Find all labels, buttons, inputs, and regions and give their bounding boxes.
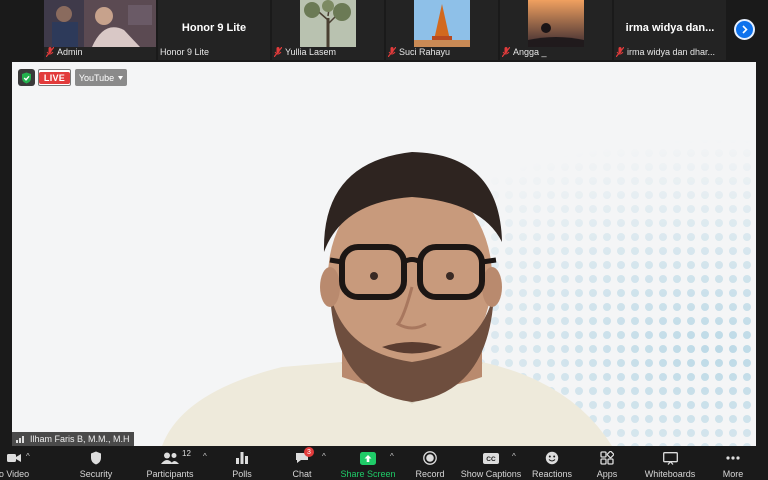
mic-muted-icon (616, 46, 624, 57)
reactions-button[interactable]: Reactions (530, 446, 574, 480)
participants-options-caret-icon[interactable]: ^ (203, 452, 207, 461)
participants-label: Participants (146, 469, 194, 479)
participant-name: irma widya dan dhar... (627, 46, 716, 57)
video-label: o Video (0, 469, 30, 479)
mic-muted-icon (274, 46, 282, 57)
participant-label: Honor 9 Lite (160, 45, 268, 58)
mic-muted-icon (388, 46, 396, 57)
live-stream-badge[interactable]: LIVE (38, 69, 71, 86)
live-label: LIVE (38, 71, 71, 84)
stream-target-dropdown[interactable]: YouTube (75, 69, 127, 86)
participant-tile-honor[interactable]: Honor 9 Lite Honor 9 Lite (158, 0, 270, 60)
participant-name: Angga _ (513, 46, 547, 57)
captions-options-caret-icon[interactable]: ^ (512, 452, 516, 461)
share-screen-button[interactable]: Share Screen (338, 446, 398, 480)
shield-check-icon (22, 72, 31, 83)
apps-grid-icon (600, 451, 614, 465)
chat-options-caret-icon[interactable]: ^ (322, 452, 326, 461)
whiteboards-button[interactable]: Whiteboards (642, 446, 698, 480)
participant-tile-yullia[interactable]: Yullia Lasem (272, 0, 384, 60)
participants-icon (161, 452, 179, 464)
share-screen-label: Share Screen (340, 469, 396, 479)
participants-button[interactable]: 12 Participants (146, 446, 194, 480)
security-button[interactable]: Security (76, 446, 116, 480)
reactions-label: Reactions (531, 469, 573, 479)
participant-label: Suci Rahayu (388, 45, 496, 58)
chat-unread-badge: 3 (304, 447, 314, 457)
video-camera-icon (7, 454, 21, 462)
next-page-button[interactable] (734, 19, 755, 40)
whiteboards-label: Whiteboards (644, 469, 696, 479)
participant-label: irma widya dan dhar... (616, 45, 724, 58)
svg-text:CC: CC (486, 456, 496, 463)
participant-name: Honor 9 Lite (160, 46, 210, 57)
suci-video-thumbnail (414, 0, 470, 47)
participant-big-name: Honor 9 Lite (181, 22, 247, 34)
more-label: More (722, 469, 744, 479)
chat-button[interactable]: 3 Chat (284, 446, 320, 480)
participant-name: Admin (57, 46, 83, 57)
chevron-right-icon (742, 25, 748, 34)
chat-label: Chat (292, 469, 312, 479)
speaker-name-tag: Ilham Faris B, M.M., M.H (12, 432, 134, 446)
polls-label: Polls (232, 469, 252, 479)
participant-tile-suci[interactable]: Suci Rahayu (386, 0, 498, 60)
share-screen-arrow-icon (360, 451, 376, 465)
participant-big-name: irma widya dan... (625, 22, 715, 34)
shield-icon (91, 451, 101, 465)
video-options-caret-icon[interactable]: ^ (26, 452, 30, 461)
speaker-video-frame (12, 62, 756, 446)
whiteboard-icon (662, 451, 678, 465)
mic-muted-icon (46, 46, 54, 57)
captions-label: Show Captions (460, 469, 522, 479)
security-shield-indicator[interactable] (18, 69, 35, 86)
security-label: Security (79, 469, 113, 479)
yullia-video-thumbnail (300, 0, 356, 47)
emoji-smile-icon (545, 451, 559, 465)
polls-button[interactable]: Polls (224, 446, 260, 480)
more-dots-icon (726, 456, 740, 460)
admin-video-thumbnail (44, 0, 156, 47)
record-button[interactable]: Record (410, 446, 450, 480)
mic-muted-icon (502, 46, 510, 57)
caret-down-icon (118, 75, 124, 80)
participant-label: Angga _ (502, 45, 610, 58)
participant-tile-admin[interactable]: Admin (44, 0, 156, 60)
speaker-name: Ilham Faris B, M.M., M.H (30, 434, 130, 444)
participant-label: Admin (46, 45, 154, 58)
participants-count: 12 (182, 449, 191, 458)
more-button[interactable]: More (716, 446, 750, 480)
share-options-caret-icon[interactable]: ^ (390, 452, 394, 461)
polls-bar-icon (236, 452, 248, 464)
participant-tile-irma[interactable]: irma widya dan... irma widya dan dhar... (614, 0, 726, 60)
participant-tile-angga[interactable]: Angga _ (500, 0, 612, 60)
participant-strip: Admin Honor 9 Lite Honor 9 Lite Yullia L… (0, 0, 768, 62)
record-label: Record (415, 469, 445, 479)
participant-name: Suci Rahayu (399, 46, 451, 57)
apps-label: Apps (596, 469, 618, 479)
record-icon (423, 451, 437, 465)
angga-video-thumbnail (528, 0, 584, 47)
stream-target-label: YouTube (78, 72, 115, 83)
active-speaker-video: LIVE YouTube Ilham Faris B, M.M., M.H (12, 62, 756, 446)
participant-name: Yullia Lasem (285, 46, 337, 57)
closed-captions-icon: CC (483, 452, 499, 464)
participant-label: Yullia Lasem (274, 45, 382, 58)
apps-button[interactable]: Apps (590, 446, 624, 480)
meeting-toolbar: o Video ^ Security 12 Participants ^ Pol… (0, 446, 768, 480)
signal-strength-icon (16, 436, 24, 443)
